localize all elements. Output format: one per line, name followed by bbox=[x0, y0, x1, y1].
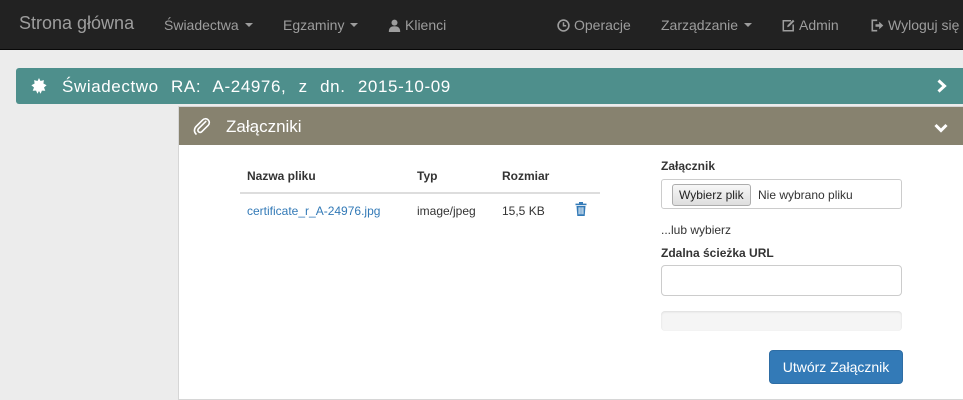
nav-logout-link[interactable]: Wyloguj się bbox=[871, 17, 959, 33]
caret-down-icon bbox=[744, 23, 753, 27]
file-input[interactable]: Wybierz plik Nie wybrano pliku bbox=[661, 179, 902, 209]
certificate-icon bbox=[31, 78, 47, 94]
certificate-panel-header[interactable]: Świadectwo RA: A-24976, z dn. 2015-10-09 bbox=[16, 68, 963, 104]
upload-progress-bar bbox=[661, 311, 902, 331]
attachment-type: image/jpeg bbox=[417, 204, 476, 218]
nav-certificates-dropdown[interactable]: Świadectwa bbox=[164, 17, 253, 33]
create-attachment-button[interactable]: Utwórz Załącznik bbox=[769, 350, 903, 384]
trash-icon[interactable] bbox=[575, 202, 587, 216]
nav-operations-link[interactable]: Operacje bbox=[557, 17, 631, 33]
nav-management-label: Zarządzanie bbox=[661, 17, 739, 33]
choose-file-button[interactable]: Wybierz plik bbox=[672, 184, 751, 206]
nav-certificates-label: Świadectwa bbox=[164, 17, 239, 33]
nav-admin-link[interactable]: Admin bbox=[782, 17, 839, 33]
caret-down-icon bbox=[244, 23, 253, 27]
column-header-file-name: Nazwa pliku bbox=[247, 169, 316, 183]
attachment-file-label: Załącznik bbox=[661, 159, 716, 173]
attachments-title: Załączniki bbox=[226, 117, 302, 136]
user-icon bbox=[388, 19, 401, 32]
nav-management-dropdown[interactable]: Zarządzanie bbox=[661, 17, 753, 33]
attachments-panel-header[interactable]: Załączniki bbox=[179, 107, 963, 145]
chevron-down-icon[interactable] bbox=[934, 120, 948, 133]
table-header-divider bbox=[240, 192, 600, 194]
nav-admin-label: Admin bbox=[799, 17, 839, 33]
nav-clients-link[interactable]: Klienci bbox=[388, 17, 446, 33]
file-status: Nie wybrano pliku bbox=[758, 188, 853, 202]
nav-exams-dropdown[interactable]: Egzaminy bbox=[283, 17, 359, 33]
remote-url-label: Zdalna ścieżka URL bbox=[661, 246, 774, 260]
chevron-right-icon[interactable] bbox=[936, 79, 948, 93]
column-header-size: Rozmiar bbox=[502, 169, 550, 183]
column-header-type: Typ bbox=[417, 169, 438, 183]
clock-icon bbox=[557, 18, 570, 32]
attachment-file-link[interactable]: certificate_r_A-24976.jpg bbox=[247, 204, 380, 218]
nav-operations-label: Operacje bbox=[574, 17, 631, 33]
brand-link[interactable]: Strona główna bbox=[19, 13, 134, 34]
paperclip-icon bbox=[193, 117, 211, 135]
attachment-size: 15,5 KB bbox=[502, 204, 545, 218]
attachments-panel: Załączniki Nazwa pliku Typ Rozmiar certi… bbox=[178, 106, 963, 400]
remote-url-input[interactable] bbox=[661, 265, 902, 296]
edit-icon bbox=[782, 19, 795, 32]
nav-exams-label: Egzaminy bbox=[283, 17, 345, 33]
certificate-title: Świadectwo RA: A-24976, z dn. 2015-10-09 bbox=[62, 77, 451, 96]
navbar: Strona główna Świadectwa Egzaminy Klienc… bbox=[0, 0, 963, 50]
caret-down-icon bbox=[350, 23, 359, 27]
or-choose-text: ...lub wybierz bbox=[661, 223, 732, 237]
nav-logout-label: Wyloguj się bbox=[888, 17, 960, 33]
logout-icon bbox=[871, 19, 884, 32]
nav-clients-label: Klienci bbox=[405, 17, 447, 33]
